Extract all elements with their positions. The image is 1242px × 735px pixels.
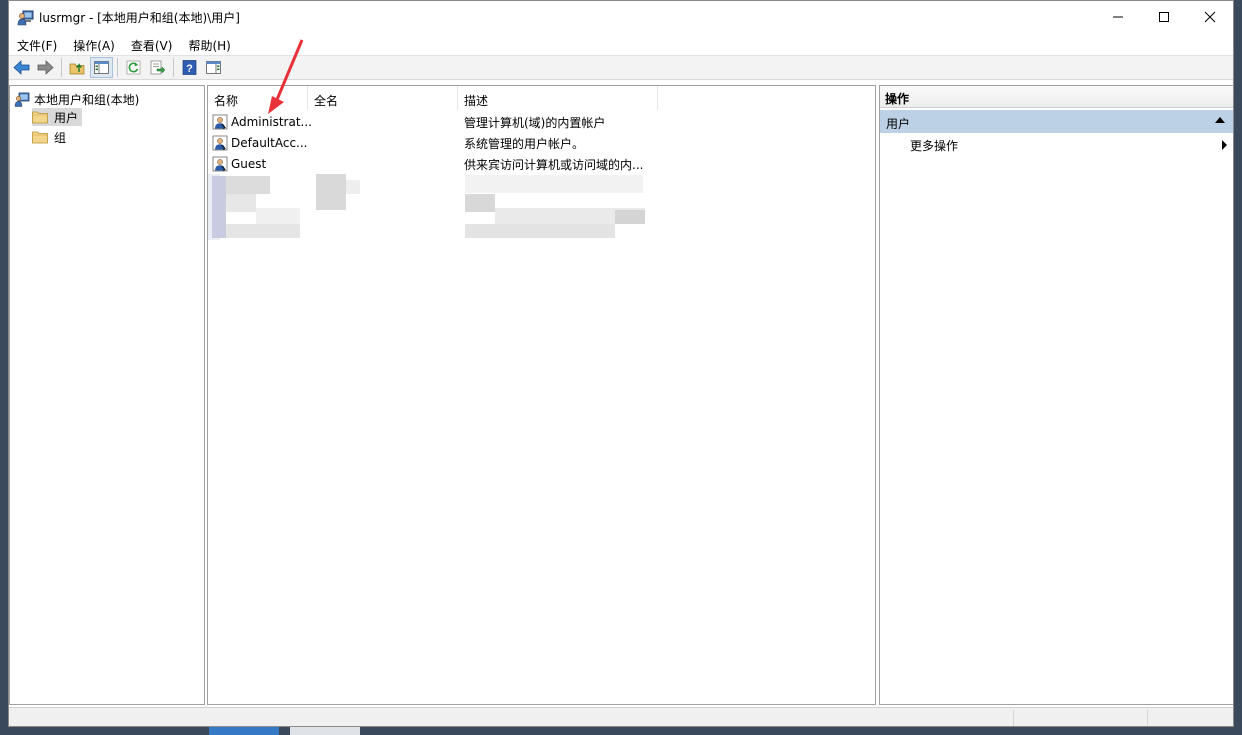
user-name-cell: Guest — [212, 156, 266, 172]
tree-node-groups[interactable]: 组 — [32, 128, 70, 146]
menu-action[interactable]: 操作(A) — [65, 33, 123, 55]
folder-icon — [32, 131, 48, 144]
users-computer-icon — [17, 10, 34, 26]
menu-view[interactable]: 查看(V) — [123, 33, 181, 55]
minimize-button[interactable] — [1095, 1, 1141, 33]
users-computer-icon — [14, 92, 30, 107]
user-name-cell: DefaultAcc... — [212, 135, 307, 151]
column-header-fullname[interactable]: 全名 — [308, 86, 458, 110]
status-separator — [1147, 710, 1148, 726]
actions-section-label: 用户 — [886, 117, 911, 131]
close-button[interactable] — [1187, 1, 1233, 33]
window-title: lusrmgr - [本地用户和组(本地)\用户] — [39, 11, 240, 25]
actions-pane-title: 操作 — [880, 86, 1233, 108]
show-tree-icon — [94, 61, 109, 74]
menu-file[interactable]: 文件(F) — [9, 33, 65, 55]
forward-button[interactable] — [34, 57, 57, 78]
user-description: 系统管理的用户帐户。 — [464, 137, 585, 151]
console-tree-pane: 本地用户和组(本地) 用户 组 — [9, 85, 205, 705]
toolbar: ? — [9, 55, 1233, 80]
status-bar — [9, 707, 1233, 726]
toolbar-separator — [117, 58, 118, 77]
menu-help[interactable]: 帮助(H) — [180, 33, 238, 55]
help-button[interactable]: ? — [178, 57, 201, 78]
user-account-icon — [212, 156, 228, 172]
export-list-button[interactable] — [146, 57, 169, 78]
maximize-icon — [1159, 12, 1169, 22]
up-one-level-button[interactable] — [66, 57, 89, 78]
toolbar-separator — [61, 58, 62, 77]
refresh-button[interactable] — [122, 57, 145, 78]
submenu-arrow-icon — [1222, 140, 1227, 150]
table-row[interactable]: DefaultAcc... 系统管理的用户帐户。 — [208, 132, 875, 153]
title-bar[interactable]: lusrmgr - [本地用户和组(本地)\用户] — [9, 1, 1233, 33]
back-arrow-icon — [13, 60, 30, 75]
user-account-icon — [212, 135, 228, 151]
result-list-pane: 名称 全名 描述 Administrat... 管理计算机(域)的内置帐户 De… — [207, 85, 876, 705]
close-icon — [1204, 11, 1216, 23]
list-header: 名称 全名 描述 — [208, 86, 875, 110]
show-hide-action-pane-button[interactable] — [202, 57, 225, 78]
more-actions-item[interactable]: 更多操作 — [910, 137, 958, 154]
user-name-label: Administrat... — [231, 115, 312, 129]
forward-arrow-icon — [37, 60, 54, 75]
background-strip — [209, 727, 279, 735]
column-header-name[interactable]: 名称 — [208, 86, 308, 110]
status-separator — [1013, 710, 1014, 726]
toolbar-separator — [173, 58, 174, 77]
user-name-label: Guest — [231, 157, 267, 171]
export-list-icon — [150, 60, 166, 75]
table-row[interactable]: Administrat... 管理计算机(域)的内置帐户 — [208, 111, 875, 132]
maximize-button[interactable] — [1141, 1, 1187, 33]
tree-node-label: 用户 — [54, 110, 79, 125]
help-icon: ? — [182, 60, 197, 75]
actions-pane: 操作 用户 更多操作 — [879, 85, 1233, 705]
show-hide-tree-button[interactable] — [90, 57, 113, 78]
minimize-icon — [1113, 16, 1123, 18]
collapse-triangle-icon — [1215, 117, 1225, 123]
tree-node-users[interactable]: 用户 — [32, 108, 83, 126]
refresh-icon — [126, 60, 141, 75]
action-pane-icon — [206, 61, 221, 74]
tree-root-label: 本地用户和组(本地) — [34, 92, 140, 107]
user-description: 管理计算机(域)的内置帐户 — [464, 116, 606, 130]
tree-root-local-users-groups[interactable]: 本地用户和组(本地) — [14, 90, 139, 108]
user-account-icon — [212, 114, 228, 130]
table-row[interactable]: Guest 供来宾访问计算机或访问域的内... — [208, 153, 875, 174]
user-description: 供来宾访问计算机或访问域的内... — [464, 158, 644, 172]
up-folder-icon — [69, 63, 85, 75]
svg-text:?: ? — [186, 63, 193, 75]
actions-section-users[interactable]: 用户 — [880, 110, 1233, 133]
background-strip — [290, 727, 360, 735]
column-header-description[interactable]: 描述 — [458, 86, 658, 110]
user-name-cell: Administrat... — [212, 114, 312, 130]
back-button[interactable] — [10, 57, 33, 78]
folder-icon — [32, 111, 48, 124]
menu-bar: 文件(F) 操作(A) 查看(V) 帮助(H) — [9, 33, 1233, 55]
mmc-window: lusrmgr - [本地用户和组(本地)\用户] 文件(F) 操作(A) 查看… — [8, 0, 1234, 727]
user-name-label: DefaultAcc... — [231, 136, 308, 150]
tree-node-label: 组 — [54, 130, 67, 145]
